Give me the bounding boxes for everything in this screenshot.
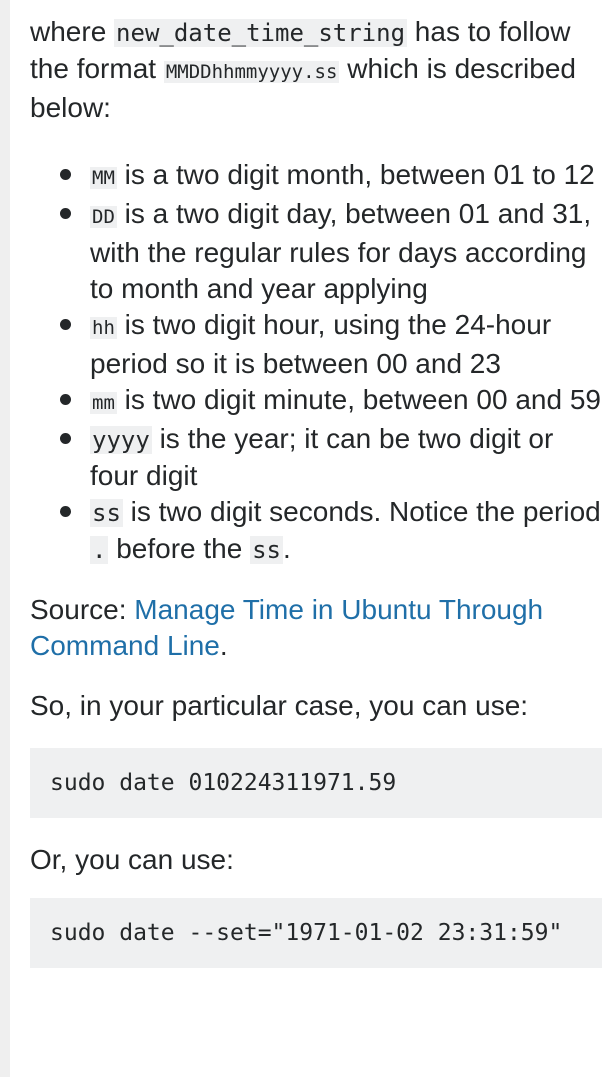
post-left-border bbox=[0, 0, 10, 1077]
or-paragraph: Or, you can use: bbox=[30, 844, 234, 875]
bullet-dot-icon bbox=[60, 394, 71, 405]
bullet-dot-icon bbox=[60, 506, 71, 517]
list-item-yyyy: yyyy is the year; it can be two digit or… bbox=[30, 421, 602, 494]
bullet-dot-icon bbox=[60, 208, 71, 219]
inline-code: MM bbox=[90, 167, 117, 189]
list-item-text: is two digit minute, between 00 and 59 bbox=[116, 384, 601, 415]
inline-code: yyyy bbox=[90, 426, 152, 454]
inline-code-ss: ss bbox=[250, 536, 284, 564]
list-item-text: is two digit seconds. Notice the period bbox=[122, 496, 601, 527]
list-item-hh: hh is two digit hour, using the 24-hour … bbox=[30, 307, 602, 382]
inline-code: hh bbox=[90, 317, 117, 339]
source-label: Source: bbox=[30, 594, 135, 625]
list-item-mm-minute: mm is two digit minute, between 00 and 5… bbox=[30, 382, 602, 421]
particular-case-paragraph: So, in your particular case, you can use… bbox=[30, 690, 529, 721]
code-block-2[interactable]: sudo date --set="1971-01-02 23:31:59" bbox=[30, 898, 602, 968]
inline-code-period: . bbox=[90, 536, 109, 564]
list-item-text: is the year; it can be two digit or four… bbox=[90, 423, 554, 491]
bullet-dot-icon bbox=[60, 433, 71, 444]
inline-code: mm bbox=[90, 392, 117, 414]
source-suffix: . bbox=[219, 630, 228, 661]
code-block-1[interactable]: sudo date 010224311971.59 bbox=[30, 748, 602, 818]
list-item-ss: ss is two digit seconds. Notice the peri… bbox=[30, 494, 602, 568]
list-item-dd: DD is a two digit day, between 01 and 31… bbox=[30, 196, 602, 307]
intro-text-pre: where bbox=[30, 16, 115, 47]
inline-code-new-date-time-string: new_date_time_string bbox=[114, 19, 408, 47]
format-bullet-list: MM is a two digit month, between 01 to 1… bbox=[30, 157, 602, 568]
source-paragraph: Source: Manage Time in Ubuntu Through Co… bbox=[30, 592, 602, 664]
list-item-text-2: before the bbox=[108, 533, 251, 564]
inline-code-format: MMDDhhmmyyyy.ss bbox=[163, 61, 340, 83]
answer-body: where new_date_time_string has to follow… bbox=[30, 14, 602, 968]
list-item-text: is a two digit day, between 01 and 31, w… bbox=[90, 198, 592, 304]
bullet-dot-icon bbox=[60, 169, 71, 180]
list-item-text: is a two digit month, between 01 to 12 bbox=[116, 159, 595, 190]
inline-code: ss bbox=[90, 499, 123, 527]
list-item-text: is two digit hour, using the 24-hour per… bbox=[90, 309, 552, 379]
list-item-text-3: . bbox=[283, 533, 291, 564]
bullet-dot-icon bbox=[60, 319, 71, 330]
intro-paragraph: where new_date_time_string has to follow… bbox=[30, 14, 602, 126]
inline-code: DD bbox=[90, 206, 117, 228]
list-item-mm: MM is a two digit month, between 01 to 1… bbox=[30, 157, 602, 196]
